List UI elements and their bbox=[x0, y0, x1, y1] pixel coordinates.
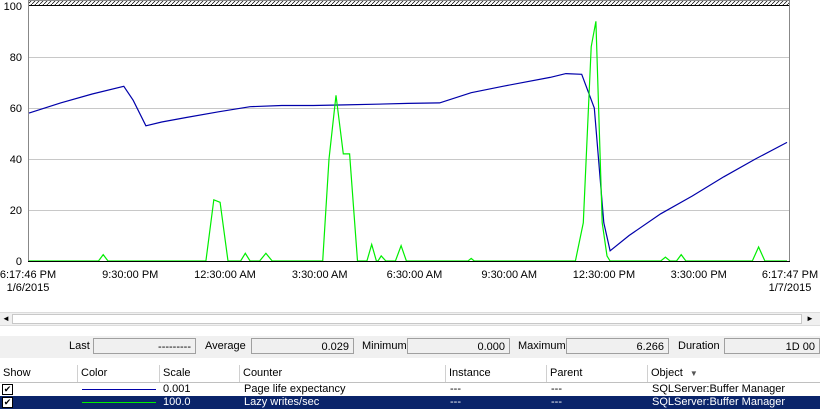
object-name: SQLServer:Buffer Manager bbox=[652, 396, 786, 408]
instance-value: --- bbox=[450, 383, 461, 395]
object-name: SQLServer:Buffer Manager bbox=[652, 383, 786, 395]
y-tick-label: 100 bbox=[4, 1, 22, 13]
legend-header-row: Show Color Scale Counter Instance Parent… bbox=[0, 365, 820, 383]
duration-value: 1D 00 bbox=[724, 338, 820, 354]
x-tick-label: 9:30:00 PM bbox=[102, 269, 158, 281]
legend-row-lazy-writes[interactable]: ✔ 100.0 Lazy writes/sec --- --- SQLServe… bbox=[0, 396, 820, 409]
x-axis-labels: 6:17:46 PM1/6/2015 9:30:00 PM 12:30:00 AM 3… bbox=[0, 269, 818, 294]
y-tick-label: 80 bbox=[10, 52, 22, 64]
average-value: 0.029 bbox=[251, 338, 354, 354]
y-tick-label: 20 bbox=[10, 205, 22, 217]
x-tick-label: 6:17:46 PM bbox=[0, 269, 56, 281]
duration-label: Duration bbox=[678, 340, 720, 352]
legend-row-page-life-expectancy[interactable]: ✔ 0.001 Page life expectancy --- --- SQL… bbox=[0, 383, 820, 396]
series-color-swatch bbox=[82, 402, 156, 403]
column-header-counter[interactable]: Counter bbox=[240, 365, 446, 382]
y-tick-label: 60 bbox=[10, 103, 22, 115]
x-tick-label: 9:30:00 AM bbox=[481, 269, 537, 281]
scale-value: 100.0 bbox=[163, 396, 191, 408]
counter-name: Page life expectancy bbox=[244, 383, 346, 395]
show-checkbox[interactable]: ✔ bbox=[2, 397, 13, 408]
hatched-top-band bbox=[29, 1, 789, 5]
column-header-parent[interactable]: Parent bbox=[547, 365, 648, 382]
sort-descending-icon: ▼ bbox=[689, 369, 698, 378]
column-header-object[interactable]: Object ▼ bbox=[648, 365, 820, 382]
time-scrollbar[interactable]: ◄ ► bbox=[0, 312, 820, 326]
instance-value: --- bbox=[450, 396, 461, 408]
column-header-scale[interactable]: Scale bbox=[160, 365, 240, 382]
last-value: --------- bbox=[93, 338, 196, 354]
average-label: Average bbox=[205, 340, 246, 352]
scale-value: 0.001 bbox=[163, 383, 191, 395]
x-tick-label: 6:17:47 PM bbox=[762, 269, 818, 281]
maximum-label: Maximum bbox=[518, 340, 566, 352]
counter-legend-table: Show Color Scale Counter Instance Parent… bbox=[0, 365, 820, 409]
y-tick-label: 0 bbox=[16, 256, 22, 268]
scroll-right-arrow-icon[interactable]: ► bbox=[804, 313, 816, 325]
statistics-bar: Last --------- Average 0.029 Minimum 0.0… bbox=[0, 336, 820, 358]
x-tick-label: 3:30:00 PM bbox=[671, 269, 727, 281]
last-label: Last bbox=[69, 340, 90, 352]
y-tick-label: 40 bbox=[10, 154, 22, 166]
column-header-show[interactable]: Show bbox=[0, 365, 78, 382]
minimum-label: Minimum bbox=[362, 340, 407, 352]
y-axis-labels: 0 20 40 60 80 100 bbox=[4, 1, 22, 268]
show-checkbox[interactable]: ✔ bbox=[2, 384, 13, 395]
parent-value: --- bbox=[551, 383, 562, 395]
x-tick-label: 6:30:00 AM bbox=[387, 269, 443, 281]
counter-name: Lazy writes/sec bbox=[244, 396, 320, 408]
scroll-left-arrow-icon[interactable]: ◄ bbox=[0, 313, 12, 325]
x-tick-label: 12:30:00 PM bbox=[573, 269, 635, 281]
x-tick-label: 1/7/2015 bbox=[769, 282, 812, 294]
column-header-color[interactable]: Color bbox=[78, 365, 160, 382]
performance-graph[interactable]: 0 20 40 60 80 100 6:17:46 PM 1/6/2015 9:30:00 P… bbox=[0, 0, 820, 300]
minimum-value: 0.000 bbox=[407, 338, 510, 354]
plot-area bbox=[28, 0, 790, 262]
series-color-swatch bbox=[82, 389, 156, 390]
column-header-object-label: Object bbox=[651, 367, 683, 379]
x-tick-label: 12:30:00 AM bbox=[194, 269, 256, 281]
parent-value: --- bbox=[551, 396, 562, 408]
column-header-instance[interactable]: Instance bbox=[446, 365, 547, 382]
maximum-value: 6.266 bbox=[566, 338, 669, 354]
scrollbar-thumb[interactable] bbox=[12, 314, 802, 324]
x-tick-label: 3:30:00 AM bbox=[292, 269, 348, 281]
x-tick-label: 1/6/2015 bbox=[7, 282, 50, 294]
graph-canvas: 0 20 40 60 80 100 6:17:46 PM1/6/2015 9:30:00 P… bbox=[0, 0, 818, 294]
